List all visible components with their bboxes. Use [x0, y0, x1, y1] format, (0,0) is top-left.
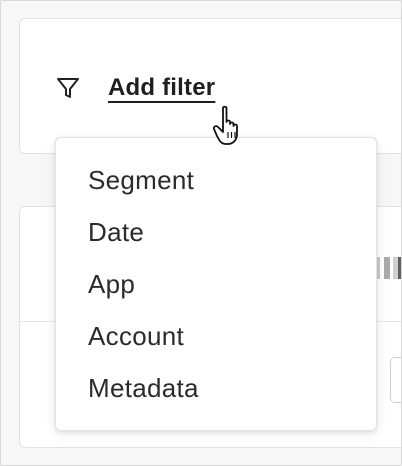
- menu-item-segment[interactable]: Segment: [56, 160, 376, 212]
- menu-item-date[interactable]: Date: [56, 212, 376, 264]
- menu-item-app[interactable]: App: [56, 264, 376, 316]
- add-filter-label[interactable]: Add filter: [108, 74, 215, 102]
- menu-item-account[interactable]: Account: [56, 316, 376, 368]
- obscured-text: [376, 257, 401, 279]
- menu-item-metadata[interactable]: Metadata: [56, 368, 376, 420]
- window-frame: Add filter Segment Date App Account Meta…: [0, 0, 402, 466]
- hand-pointer-cursor-icon: [212, 105, 248, 147]
- filter-dropdown-menu: Segment Date App Account Metadata: [55, 137, 377, 431]
- partial-input[interactable]: [390, 357, 401, 403]
- filter-icon: [56, 76, 80, 100]
- filter-options-list: Segment Date App Account Metadata: [56, 160, 376, 420]
- add-filter-button[interactable]: Add filter: [56, 73, 215, 103]
